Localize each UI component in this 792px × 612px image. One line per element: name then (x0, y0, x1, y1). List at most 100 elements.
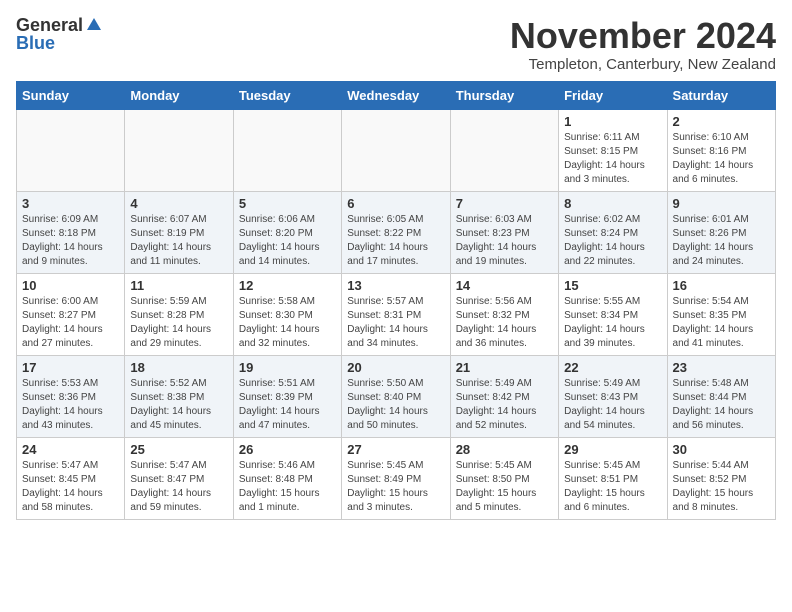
day-cell: 12 Sunrise: 5:58 AMSunset: 8:30 PMDayligh… (233, 273, 341, 355)
day-cell: 25 Sunrise: 5:47 AMSunset: 8:47 PMDayligh… (125, 437, 233, 519)
day-cell: 24 Sunrise: 5:47 AMSunset: 8:45 PMDayligh… (17, 437, 125, 519)
day-detail: Sunrise: 5:49 AMSunset: 8:42 PMDaylight:… (456, 377, 553, 433)
day-detail: Sunrise: 5:49 AMSunset: 8:43 PMDaylight:… (564, 377, 661, 433)
location-title: Templeton, Canterbury, New Zealand (510, 56, 776, 73)
day-number: 28 (456, 442, 553, 457)
day-detail: Sunrise: 5:46 AMSunset: 8:48 PMDaylight:… (239, 459, 336, 515)
day-cell: 18 Sunrise: 5:52 AMSunset: 8:38 PMDayligh… (125, 355, 233, 437)
day-cell: 19 Sunrise: 5:51 AMSunset: 8:39 PMDayligh… (233, 355, 341, 437)
day-number: 11 (130, 278, 227, 293)
day-number: 2 (673, 114, 770, 129)
day-detail: Sunrise: 6:06 AMSunset: 8:20 PMDaylight:… (239, 213, 336, 269)
week-row-1: 1 Sunrise: 6:11 AMSunset: 8:15 PMDaylight… (17, 109, 776, 191)
day-detail: Sunrise: 5:59 AMSunset: 8:28 PMDaylight:… (130, 295, 227, 351)
day-cell: 17 Sunrise: 5:53 AMSunset: 8:36 PMDayligh… (17, 355, 125, 437)
day-cell: 11 Sunrise: 5:59 AMSunset: 8:28 PMDayligh… (125, 273, 233, 355)
day-cell (17, 109, 125, 191)
header-row: SundayMondayTuesdayWednesdayThursdayFrid… (17, 81, 776, 109)
day-number: 19 (239, 360, 336, 375)
day-detail: Sunrise: 6:11 AMSunset: 8:15 PMDaylight:… (564, 131, 661, 187)
day-detail: Sunrise: 6:09 AMSunset: 8:18 PMDaylight:… (22, 213, 119, 269)
day-number: 23 (673, 360, 770, 375)
day-number: 21 (456, 360, 553, 375)
day-detail: Sunrise: 6:01 AMSunset: 8:26 PMDaylight:… (673, 213, 770, 269)
day-number: 24 (22, 442, 119, 457)
day-number: 4 (130, 196, 227, 211)
day-cell: 23 Sunrise: 5:48 AMSunset: 8:44 PMDayligh… (667, 355, 775, 437)
col-header-thursday: Thursday (450, 81, 558, 109)
col-header-monday: Monday (125, 81, 233, 109)
day-cell: 7Sunrise: 6:03 AMSunset: 8:23 PMDaylight… (450, 191, 558, 273)
day-number: 29 (564, 442, 661, 457)
day-detail: Sunrise: 5:50 AMSunset: 8:40 PMDaylight:… (347, 377, 444, 433)
day-cell: 3Sunrise: 6:09 AMSunset: 8:18 PMDaylight… (17, 191, 125, 273)
day-number: 7 (456, 196, 553, 211)
day-cell: 15 Sunrise: 5:55 AMSunset: 8:34 PMDayligh… (559, 273, 667, 355)
day-cell: 10Sunrise: 6:00 AMSunset: 8:27 PMDayligh… (17, 273, 125, 355)
logo-icon (85, 16, 103, 34)
day-number: 18 (130, 360, 227, 375)
day-cell: 30 Sunrise: 5:44 AMSunset: 8:52 PMDayligh… (667, 437, 775, 519)
day-cell: 9 Sunrise: 6:01 AMSunset: 8:26 PMDaylight… (667, 191, 775, 273)
day-cell: 20 Sunrise: 5:50 AMSunset: 8:40 PMDayligh… (342, 355, 450, 437)
day-detail: Sunrise: 5:58 AMSunset: 8:30 PMDaylight:… (239, 295, 336, 351)
month-title: November 2024 (510, 16, 776, 56)
day-number: 16 (673, 278, 770, 293)
day-detail: Sunrise: 5:53 AMSunset: 8:36 PMDaylight:… (22, 377, 119, 433)
week-row-3: 10Sunrise: 6:00 AMSunset: 8:27 PMDayligh… (17, 273, 776, 355)
day-detail: Sunrise: 5:51 AMSunset: 8:39 PMDaylight:… (239, 377, 336, 433)
day-number: 8 (564, 196, 661, 211)
col-header-sunday: Sunday (17, 81, 125, 109)
col-header-friday: Friday (559, 81, 667, 109)
day-cell: 6 Sunrise: 6:05 AMSunset: 8:22 PMDaylight… (342, 191, 450, 273)
day-number: 1 (564, 114, 661, 129)
day-number: 13 (347, 278, 444, 293)
calendar-table: SundayMondayTuesdayWednesdayThursdayFrid… (16, 81, 776, 520)
day-number: 26 (239, 442, 336, 457)
day-detail: Sunrise: 5:48 AMSunset: 8:44 PMDaylight:… (673, 377, 770, 433)
title-area: November 2024 Templeton, Canterbury, New… (510, 16, 776, 73)
day-cell: 14 Sunrise: 5:56 AMSunset: 8:32 PMDayligh… (450, 273, 558, 355)
day-cell: 13Sunrise: 5:57 AMSunset: 8:31 PMDayligh… (342, 273, 450, 355)
day-cell: 29 Sunrise: 5:45 AMSunset: 8:51 PMDayligh… (559, 437, 667, 519)
day-detail: Sunrise: 5:56 AMSunset: 8:32 PMDaylight:… (456, 295, 553, 351)
col-header-wednesday: Wednesday (342, 81, 450, 109)
day-number: 30 (673, 442, 770, 457)
day-cell: 5 Sunrise: 6:06 AMSunset: 8:20 PMDaylight… (233, 191, 341, 273)
week-row-4: 17 Sunrise: 5:53 AMSunset: 8:36 PMDayligh… (17, 355, 776, 437)
day-number: 5 (239, 196, 336, 211)
day-number: 15 (564, 278, 661, 293)
day-number: 12 (239, 278, 336, 293)
day-detail: Sunrise: 6:05 AMSunset: 8:22 PMDaylight:… (347, 213, 444, 269)
day-number: 14 (456, 278, 553, 293)
day-detail: Sunrise: 6:07 AMSunset: 8:19 PMDaylight:… (130, 213, 227, 269)
logo: General Blue (16, 16, 103, 52)
day-detail: Sunrise: 5:47 AMSunset: 8:45 PMDaylight:… (22, 459, 119, 515)
day-cell: 21 Sunrise: 5:49 AMSunset: 8:42 PMDayligh… (450, 355, 558, 437)
day-number: 20 (347, 360, 444, 375)
day-number: 6 (347, 196, 444, 211)
day-number: 17 (22, 360, 119, 375)
day-cell: 2Sunrise: 6:10 AMSunset: 8:16 PMDaylight… (667, 109, 775, 191)
week-row-5: 24 Sunrise: 5:47 AMSunset: 8:45 PMDayligh… (17, 437, 776, 519)
day-detail: Sunrise: 5:52 AMSunset: 8:38 PMDaylight:… (130, 377, 227, 433)
day-detail: Sunrise: 5:44 AMSunset: 8:52 PMDaylight:… (673, 459, 770, 515)
day-cell (125, 109, 233, 191)
day-detail: Sunrise: 5:54 AMSunset: 8:35 PMDaylight:… (673, 295, 770, 351)
day-detail: Sunrise: 6:02 AMSunset: 8:24 PMDaylight:… (564, 213, 661, 269)
day-detail: Sunrise: 5:55 AMSunset: 8:34 PMDaylight:… (564, 295, 661, 351)
day-number: 22 (564, 360, 661, 375)
day-number: 10 (22, 278, 119, 293)
day-number: 9 (673, 196, 770, 211)
day-number: 25 (130, 442, 227, 457)
day-detail: Sunrise: 5:45 AMSunset: 8:51 PMDaylight:… (564, 459, 661, 515)
day-cell: 1 Sunrise: 6:11 AMSunset: 8:15 PMDaylight… (559, 109, 667, 191)
day-cell: 16 Sunrise: 5:54 AMSunset: 8:35 PMDayligh… (667, 273, 775, 355)
day-cell (233, 109, 341, 191)
day-cell: 22 Sunrise: 5:49 AMSunset: 8:43 PMDayligh… (559, 355, 667, 437)
day-cell: 28 Sunrise: 5:45 AMSunset: 8:50 PMDayligh… (450, 437, 558, 519)
week-row-2: 3Sunrise: 6:09 AMSunset: 8:18 PMDaylight… (17, 191, 776, 273)
day-detail: Sunrise: 5:47 AMSunset: 8:47 PMDaylight:… (130, 459, 227, 515)
day-detail: Sunrise: 5:45 AMSunset: 8:50 PMDaylight:… (456, 459, 553, 515)
logo-general: General (16, 16, 83, 34)
